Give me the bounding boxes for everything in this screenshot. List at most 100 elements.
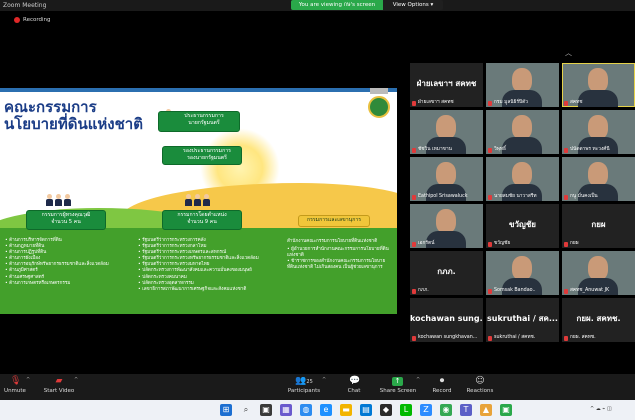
experts-group-icon xyxy=(55,194,62,206)
participant-tile[interactable]: เอกรัตน์ xyxy=(410,204,483,248)
record-label: Record xyxy=(432,388,452,394)
windows-taskbar: ⊞ ⌕ ▣ ▦ ◍ e ▬ ▤ ◆ L Z ◉ T ▲ ▣ ^ ☁ ⌁ ◫ xyxy=(0,400,635,420)
participant-name: กภภ. xyxy=(412,288,429,294)
muted-mic-icon xyxy=(488,194,492,200)
chrome-browser-icon[interactable]: ◉ xyxy=(440,404,452,416)
ex-officio-group-icon xyxy=(194,194,201,206)
chat-button[interactable]: 💬 Chat xyxy=(343,376,365,394)
participant-tile[interactable]: สคทช xyxy=(562,63,635,107)
participant-name: kochawan sungkhavan... xyxy=(412,335,477,341)
list-item: เลขาธิการสภาพัฒนาการเศรษฐกิจและสังคมแห่ง… xyxy=(138,287,278,293)
line-app-icon[interactable]: L xyxy=(400,404,412,416)
file-explorer-icon[interactable]: ▬ xyxy=(340,404,352,416)
participants-label: Participants xyxy=(287,388,321,394)
participant-display-name: kochawan sung... xyxy=(410,314,483,323)
muted-mic-icon xyxy=(564,288,568,294)
view-options-button[interactable]: View Options ▾ xyxy=(383,0,443,10)
participant-tile[interactable]: Somsak Bandao.. xyxy=(486,251,559,295)
system-tray[interactable]: ^ ☁ ⌁ ◫ xyxy=(590,406,612,412)
participant-video-body xyxy=(502,137,542,154)
participant-video-face xyxy=(436,115,456,139)
task-view-icon[interactable]: ▣ xyxy=(260,404,272,416)
teams-app-icon[interactable]: T xyxy=(460,404,472,416)
muted-mic-icon xyxy=(488,241,492,247)
chat-label: Chat xyxy=(347,388,361,394)
participant-display-name: กยผ xyxy=(591,220,606,229)
participant-name-label: เอกรัตน์ xyxy=(418,241,435,246)
participant-name: นายสมชัย นาวาสรีท xyxy=(488,194,537,200)
slide-header-band xyxy=(0,88,397,92)
participant-tile[interactable]: sukruthai / สค... sukruthai / สคทช. xyxy=(486,298,559,342)
vice-chair-role: รองนายกรัฐมนตรี xyxy=(187,154,227,161)
participant-tile[interactable]: ชัชวิน เหมาขาน xyxy=(410,110,483,154)
participant-name-label: ปนัดดาพร ทะวงศ์นี xyxy=(570,147,610,152)
participant-video-face xyxy=(588,162,608,186)
participant-tile[interactable]: ฝ่ายเลขาฯ สคทช ฝ่ายเลขาฯ สคทช xyxy=(410,63,483,107)
ex-officio-count: จำนวน 9 คน xyxy=(187,218,217,225)
widgets-icon[interactable]: ▦ xyxy=(280,404,292,416)
participants-chevron-icon[interactable]: ^ xyxy=(322,377,326,383)
store-icon[interactable]: ▤ xyxy=(360,404,372,416)
secretary-list: สำนักงานคณะกรรมการนโยบายที่ดินแห่งชาติ ผ… xyxy=(287,239,393,271)
participant-name: กยผ xyxy=(564,241,579,247)
reactions-button[interactable]: ☺ Reactions xyxy=(466,376,494,394)
unmute-label: Unmute xyxy=(4,388,26,394)
participant-name: สคทช xyxy=(564,100,583,106)
recording-label: Recording xyxy=(23,17,51,23)
zoom-app-icon[interactable]: Z xyxy=(420,404,432,416)
participant-tile[interactable]: กนู มั่นคงเป็น xyxy=(562,157,635,201)
secretary-box: กรรมการและเลขานุการ xyxy=(298,215,370,227)
ex-officio-group-icon xyxy=(203,194,210,206)
participant-tile[interactable]: นายสมชัย นาวาสรีท xyxy=(486,157,559,201)
participant-video-face xyxy=(512,115,532,139)
participant-name-label: ฝ่ายเลขาฯ สคทช xyxy=(418,100,454,105)
participant-tile[interactable]: ขวัญชัย ขวัญชัย xyxy=(486,204,559,248)
pinned-app-icon[interactable]: ▲ xyxy=(480,404,492,416)
participant-name-label: นายสมชัย นาวาสรีท xyxy=(494,194,537,199)
participant-name: วิพุทธิ์ xyxy=(488,147,506,153)
app-icon[interactable]: ◆ xyxy=(380,404,392,416)
participant-display-name: ขวัญชัย xyxy=(509,220,536,229)
participant-tile[interactable]: วิพุทธิ์ xyxy=(486,110,559,154)
participant-display-name: กภภ. xyxy=(437,267,456,276)
audio-options-chevron-icon[interactable]: ^ xyxy=(26,377,30,383)
participant-tile[interactable]: กภภ. กภภ. xyxy=(410,251,483,295)
participant-tile[interactable]: kochawan sung... kochawan sungkhavan... xyxy=(410,298,483,342)
participant-gallery: ฝ่ายเลขาฯ สคทช ฝ่ายเลขาฯ สคทชกรม มูลนิธิร… xyxy=(410,63,635,348)
participant-name-label: กรม มูลนิธิร์ปิดัว xyxy=(494,100,528,105)
participant-tile[interactable]: กยผ. สคทช. กยผ. สคทช. xyxy=(562,298,635,342)
gallery-scroll-up-icon[interactable]: ︿ xyxy=(565,48,572,58)
participant-video-face xyxy=(588,115,608,139)
teams-chat-icon[interactable]: ◍ xyxy=(300,404,312,416)
experts-group-icon xyxy=(64,194,71,206)
participant-name-label: วิพุทธิ์ xyxy=(494,147,506,152)
list-item: ผู้อำนวยการสำนักงานคณะกรรมการนโยบายที่ดิ… xyxy=(287,247,393,259)
pinned-app-icon[interactable]: ▣ xyxy=(500,404,512,416)
start-video-button[interactable]: ▰ Start Video xyxy=(43,376,75,394)
participant-tile[interactable]: Eathipol Srisawaluck xyxy=(410,157,483,201)
shared-screen: คณะกรรมการ นโยบายที่ดินแห่งชาติ ประธานกร… xyxy=(0,88,397,314)
muted-mic-icon xyxy=(412,335,416,341)
participant-name: เอกรัตน์ xyxy=(412,241,434,247)
participant-name-label: สคทช_Anuwat JK xyxy=(570,288,610,293)
participant-tile[interactable]: สคทช_Anuwat JK xyxy=(562,251,635,295)
secretary-intro: สำนักงานคณะกรรมการนโยบายที่ดินแห่งชาติ xyxy=(287,239,378,244)
search-icon[interactable]: ⌕ xyxy=(240,404,252,416)
video-options-chevron-icon[interactable]: ^ xyxy=(74,377,78,383)
participant-tile[interactable]: ปนัดดาพร ทะวงศ์นี xyxy=(562,110,635,154)
viewing-screen-label: You are viewing กษ's screen xyxy=(291,0,383,10)
muted-mic-icon xyxy=(412,288,416,294)
vice-chair-box: รองประธานกรรมการ รองนายกรัฐมนตรี xyxy=(162,146,242,165)
unmute-button[interactable]: 🎙 Unmute xyxy=(4,376,26,394)
participant-tile[interactable]: กรม มูลนิธิร์ปิดัว xyxy=(486,63,559,107)
ex-officio-list: รัฐมนตรีว่าการกระทรวงการคลัง รัฐมนตรีว่า… xyxy=(138,238,278,293)
start-menu-icon[interactable]: ⊞ xyxy=(220,404,232,416)
meeting-toolbar: 🎙 Unmute ^ ▰ Start Video ^ 👥25 Participa… xyxy=(0,374,635,400)
participant-video-face xyxy=(512,162,532,186)
share-options-chevron-icon[interactable]: ^ xyxy=(416,377,420,383)
record-button[interactable]: ⏺ Record xyxy=(430,376,454,394)
edge-browser-icon[interactable]: e xyxy=(320,404,332,416)
participant-name-label: สคทช xyxy=(570,100,583,105)
participants-button[interactable]: 👥25 Participants xyxy=(286,376,322,394)
participant-tile[interactable]: กยผ กยผ xyxy=(562,204,635,248)
